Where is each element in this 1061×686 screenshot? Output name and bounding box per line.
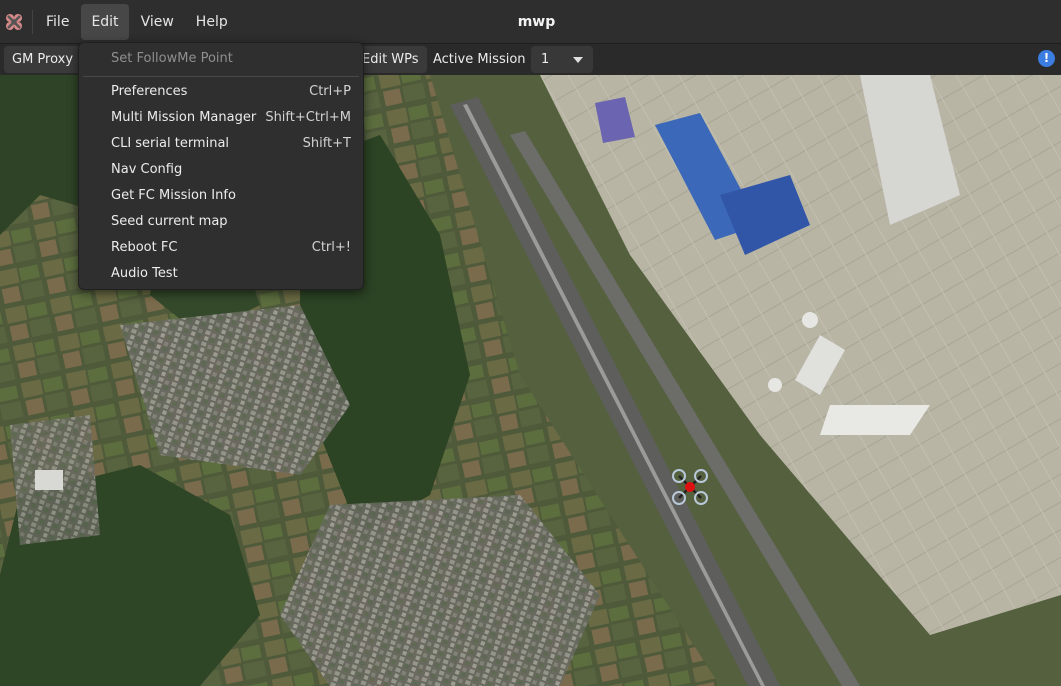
info-icon[interactable]: !: [1038, 50, 1055, 67]
menu-help[interactable]: Help: [186, 4, 238, 40]
menu-item-set-followme-point: Set FollowMe Point: [79, 46, 363, 72]
menu-item-label: Seed current map: [111, 214, 228, 229]
menu-item-label: CLI serial terminal: [111, 136, 230, 151]
menu-item-reboot-fc[interactable]: Reboot FC Ctrl+!: [79, 235, 363, 261]
active-mission-value: 1: [541, 52, 550, 67]
gm-proxy-button[interactable]: GM Proxy: [4, 46, 82, 73]
menu-item-multi-mission-manager[interactable]: Multi Mission Manager Shift+Ctrl+M: [79, 105, 363, 131]
active-mission-select[interactable]: 1: [531, 46, 593, 73]
menu-item-accel: Shift+Ctrl+M: [265, 110, 351, 125]
edit-wps-toggle[interactable]: Edit WPs: [354, 46, 427, 73]
menu-view[interactable]: View: [131, 4, 184, 40]
active-mission-label: Active Mission: [433, 52, 526, 67]
menu-item-label: Preferences: [111, 84, 188, 99]
edit-menu-dropdown: Set FollowMe Point Preferences Ctrl+P Mu…: [78, 42, 364, 290]
menu-item-label: Get FC Mission Info: [111, 188, 236, 203]
menu-item-label: Reboot FC: [111, 240, 178, 255]
menu-item-accel: Ctrl+P: [309, 84, 351, 99]
chevron-down-icon: [573, 57, 583, 63]
menu-item-label: Audio Test: [111, 266, 178, 281]
header-separator: [32, 10, 33, 34]
menu-item-preferences[interactable]: Preferences Ctrl+P: [79, 79, 363, 105]
menubar: File Edit View Help: [36, 0, 240, 44]
menu-item-cli-serial-terminal[interactable]: CLI serial terminal Shift+T: [79, 131, 363, 157]
menu-item-seed-current-map[interactable]: Seed current map: [79, 209, 363, 235]
menu-edit[interactable]: Edit: [81, 4, 129, 40]
menu-item-label: Nav Config: [111, 162, 183, 177]
menu-separator: [83, 76, 359, 77]
app-icon[interactable]: [4, 12, 24, 32]
menu-file[interactable]: File: [36, 4, 79, 40]
menu-item-nav-config[interactable]: Nav Config: [79, 157, 363, 183]
menu-item-accel: Ctrl+!: [311, 240, 351, 255]
menu-item-get-fc-mission-info[interactable]: Get FC Mission Info: [79, 183, 363, 209]
header-bar: File Edit View Help mwp: [0, 0, 1061, 44]
menu-item-label: Set FollowMe Point: [111, 51, 233, 66]
menu-item-audio-test[interactable]: Audio Test: [79, 261, 363, 287]
menu-item-accel: Shift+T: [302, 136, 351, 151]
menu-item-label: Multi Mission Manager: [111, 110, 257, 125]
